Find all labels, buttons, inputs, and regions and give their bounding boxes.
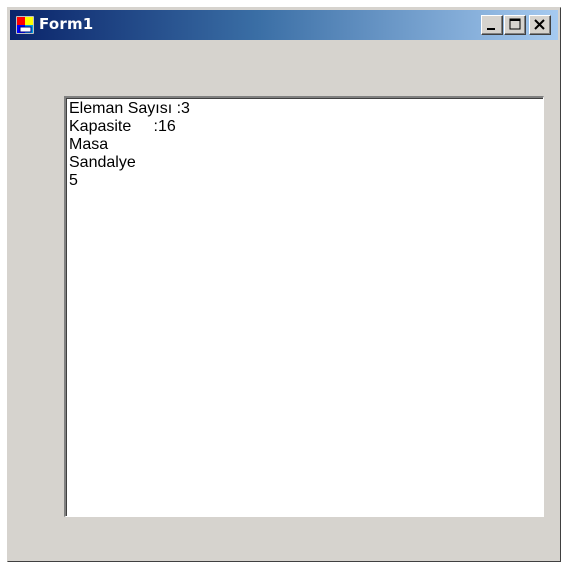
list-item-capacity[interactable]: Kapasite :16 [69, 118, 540, 136]
maximize-icon [509, 18, 521, 30]
close-icon [534, 19, 545, 30]
maximize-button[interactable] [504, 15, 526, 35]
minimize-icon [487, 28, 495, 30]
list-item-masa[interactable]: Masa [69, 136, 540, 154]
window-title: Form1 [39, 15, 94, 33]
app-icon[interactable] [16, 16, 34, 34]
list-item-element-count[interactable]: Eleman Sayısı :3 [69, 100, 540, 118]
minimize-button[interactable] [481, 15, 503, 35]
close-button[interactable] [529, 15, 551, 35]
list-box[interactable]: Eleman Sayısı :3 Kapasite :16 Masa Sanda… [64, 96, 544, 517]
list-item-number[interactable]: 5 [69, 172, 540, 190]
form1-window: Form1 Eleman Sayısı :3 Kapasite :16 Masa… [7, 7, 561, 562]
list-item-sandalye[interactable]: Sandalye [69, 154, 540, 172]
title-bar[interactable]: Form1 [10, 10, 558, 40]
